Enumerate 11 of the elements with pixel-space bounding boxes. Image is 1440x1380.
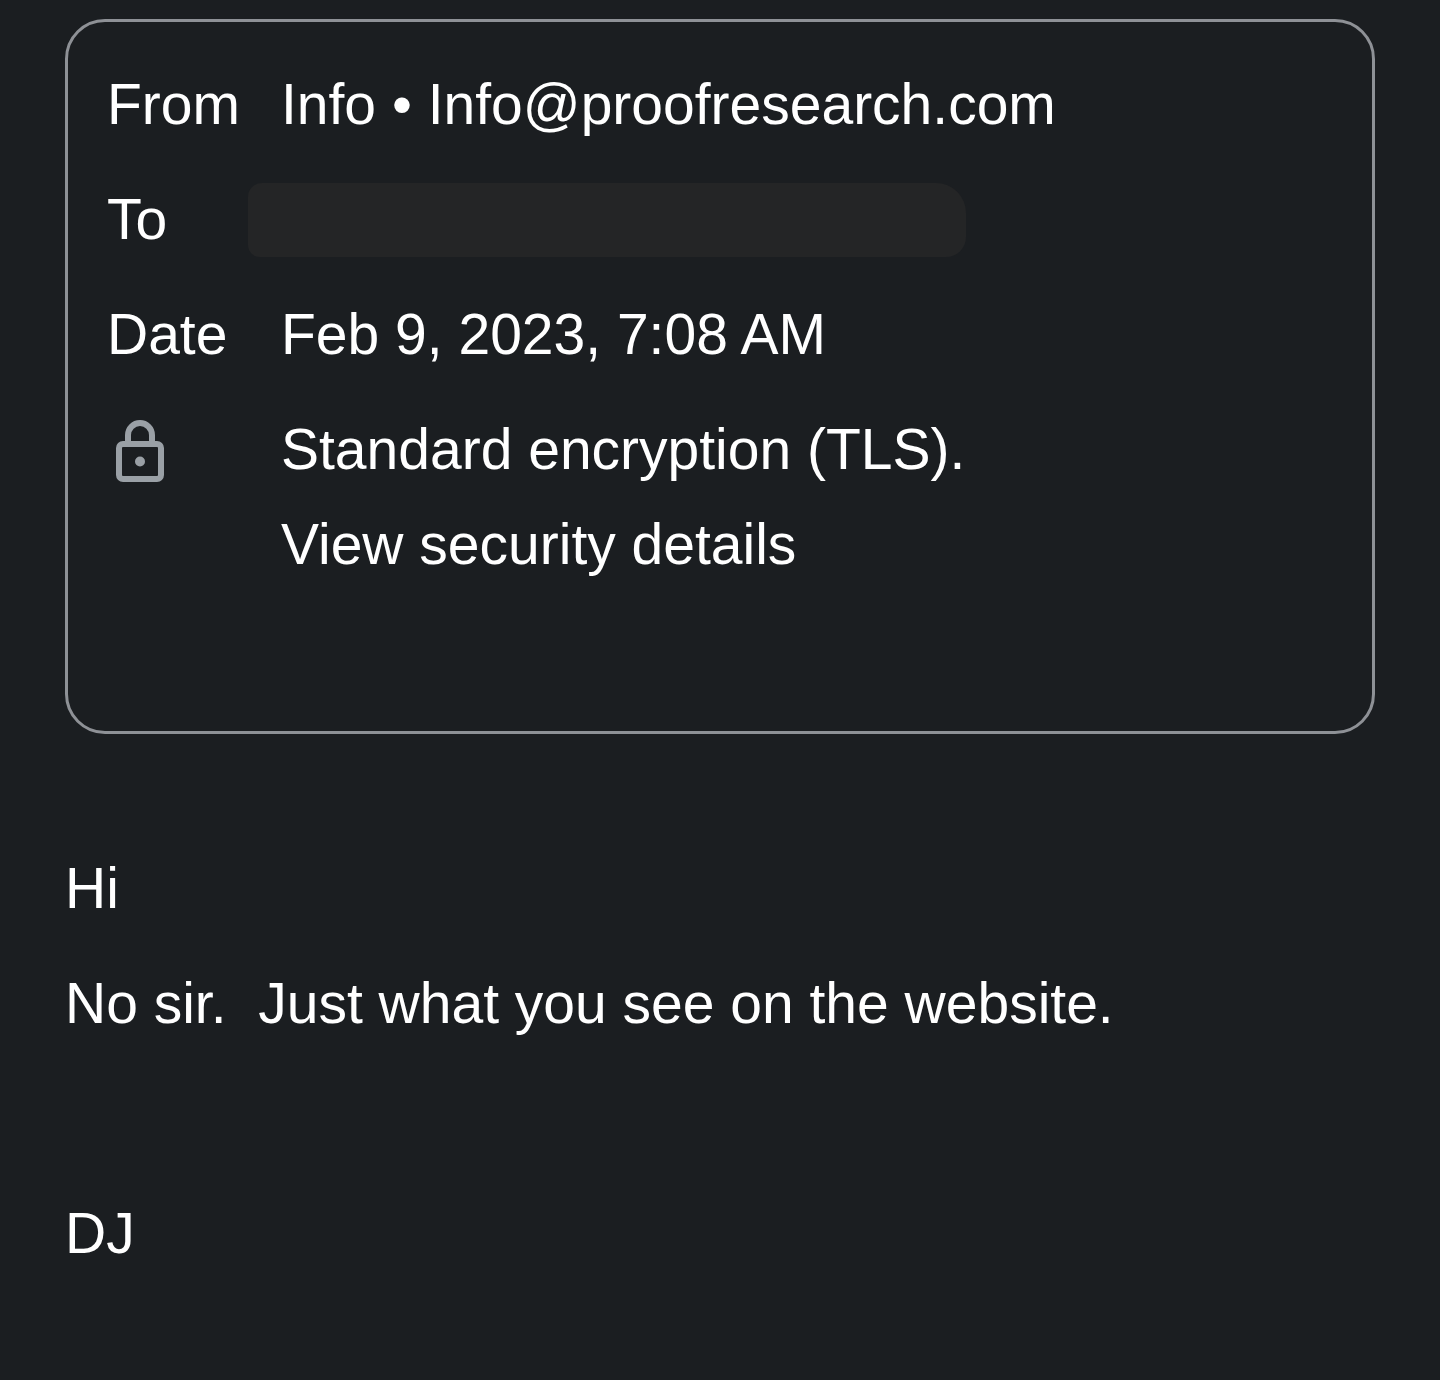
signature-text: DJ [65, 1200, 136, 1267]
header-label: Date [107, 301, 229, 368]
security-details-link[interactable]: View security details [281, 497, 797, 592]
header-value: Info • Info@proofresearch.com [281, 71, 1057, 138]
message-text: No sir. Just what you see on the website. [65, 970, 1115, 1037]
lock-icon [116, 420, 164, 482]
header-value: Feb 9, 2023, 7:08 AM [281, 301, 828, 368]
header-label: From [107, 71, 241, 138]
encryption-text: Standard encryption (TLS). [281, 416, 966, 483]
greeting-text: Hi [65, 855, 120, 922]
header-label: To [107, 186, 169, 253]
